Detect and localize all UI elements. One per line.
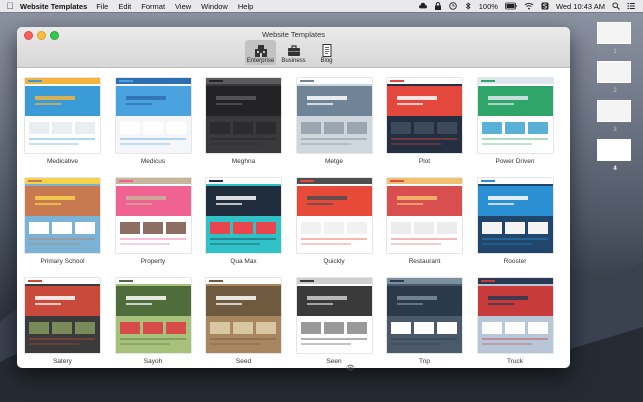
template-name: Power Driven (495, 158, 535, 165)
template-thumbnail[interactable] (296, 278, 372, 353)
template-item[interactable]: Metge (296, 68, 388, 168)
window-title: Website Templates (261, 30, 326, 39)
template-thumbnail[interactable] (387, 178, 462, 253)
template-thumbnail[interactable] (206, 78, 281, 153)
tab-business[interactable]: Business (278, 40, 309, 65)
menu-format[interactable]: Format (141, 2, 165, 11)
template-name: Sayoh (143, 358, 163, 365)
spaces-strip: 1 2 3 4 (597, 22, 633, 178)
template-name: Quickly (323, 258, 345, 265)
template-thumbnail[interactable] (296, 178, 372, 253)
menu-file[interactable]: File (96, 2, 108, 11)
template-name: Qua Max (230, 258, 257, 265)
template-thumbnail[interactable] (477, 178, 553, 253)
template-name: Metge (324, 158, 344, 165)
tab-enterprise[interactable]: Enterprise (245, 40, 276, 65)
space-number: 1 (613, 49, 617, 55)
template-thumbnail[interactable] (115, 78, 191, 153)
template-name: Primary School (40, 258, 85, 265)
template-name: Plot (418, 158, 431, 165)
building-icon (254, 45, 267, 57)
menu-edit[interactable]: Edit (118, 2, 131, 11)
template-item[interactable]: Medicative (25, 68, 116, 168)
apple-menu-icon[interactable]:  (0, 1, 20, 11)
app-status-icon[interactable] (541, 2, 549, 10)
template-name: Meghna (231, 158, 256, 165)
template-thumbnail[interactable] (25, 78, 100, 153)
battery-percent[interactable]: 100% (479, 2, 498, 11)
template-thumbnail[interactable] (115, 278, 191, 353)
template-item[interactable]: Seen (296, 268, 388, 368)
template-thumbnail[interactable] (115, 178, 191, 253)
template-thumbnail[interactable] (387, 78, 462, 153)
template-name: Satery (53, 358, 72, 365)
space-thumbnail[interactable] (597, 100, 631, 122)
template-thumbnail[interactable] (296, 78, 372, 153)
status-area: 100% Wed 10:43 AM (418, 2, 643, 11)
clock-icon[interactable] (449, 2, 457, 10)
template-name: Property (140, 258, 166, 265)
template-name: Medicus (140, 158, 166, 165)
window-titlebar[interactable]: Website Templates Enterprise Business Bl… (17, 27, 570, 68)
template-thumbnail[interactable] (477, 278, 553, 353)
menu-help[interactable]: Help (238, 2, 253, 11)
menu-window[interactable]: Window (201, 2, 228, 11)
document-icon (322, 44, 331, 57)
app-window: Website Templates Enterprise Business Bl… (17, 27, 570, 368)
tab-business-label: Business (281, 58, 306, 64)
cloud-icon[interactable] (418, 2, 427, 10)
bluetooth-icon[interactable] (464, 2, 472, 10)
space-thumbnail[interactable] (597, 139, 631, 161)
template-thumbnail[interactable] (25, 278, 100, 353)
template-thumbnail[interactable] (206, 178, 281, 253)
space-number: 3 (613, 127, 617, 133)
template-item[interactable]: Primary School (25, 168, 116, 268)
menu-bar:  Website Templates File Edit Format Vie… (0, 0, 643, 12)
template-item[interactable]: Trip (387, 268, 478, 368)
app-name-menu[interactable]: Website Templates (20, 2, 87, 11)
template-name: Trip (419, 358, 430, 365)
wifi-icon[interactable] (524, 2, 534, 10)
template-item[interactable]: Quickly (296, 168, 388, 268)
template-item[interactable]: Truck (477, 268, 569, 368)
menu-view[interactable]: View (175, 2, 191, 11)
template-item[interactable]: Sayoh (115, 268, 207, 368)
template-item[interactable]: Meghna (206, 68, 297, 168)
briefcase-icon (287, 45, 300, 56)
template-item[interactable]: Medicus (115, 68, 207, 168)
template-thumbnail[interactable] (477, 78, 553, 153)
template-item[interactable]: Qua Max (206, 168, 297, 268)
tab-blog-label: Blog (320, 58, 333, 64)
tab-blog[interactable]: Blog (311, 40, 342, 65)
clock[interactable]: Wed 10:43 AM (556, 2, 605, 11)
template-item[interactable]: Seed (206, 268, 297, 368)
template-grid: Medicative Medicus Meghna Metge Plot Power Dr… (17, 68, 570, 368)
template-thumbnail[interactable] (25, 178, 100, 253)
template-name: Seen (326, 358, 342, 365)
template-item[interactable]: Property (115, 168, 207, 268)
template-name: Truck (506, 358, 523, 365)
eye-icon[interactable]: 👁 (346, 364, 355, 372)
spotlight-search-icon[interactable] (612, 2, 620, 10)
lock-icon[interactable] (434, 2, 442, 10)
template-name: Restaurant (408, 258, 441, 265)
space-number: 4 (613, 166, 617, 172)
space-number: 2 (613, 88, 617, 94)
tab-enterprise-label: Enterprise (246, 58, 275, 64)
template-item[interactable]: Power Driven (477, 68, 569, 168)
template-name: Seed (235, 358, 252, 365)
template-thumbnail[interactable] (387, 278, 462, 353)
template-item[interactable]: Satery (25, 268, 116, 368)
battery-icon[interactable] (505, 2, 517, 10)
notification-center-icon[interactable] (627, 2, 635, 10)
template-thumbnail[interactable] (206, 278, 281, 353)
space-thumbnail[interactable] (597, 22, 631, 44)
template-item[interactable]: Plot (387, 68, 478, 168)
template-name: Rooster (503, 258, 527, 265)
category-toolbar: Enterprise Business Blog (17, 40, 570, 65)
template-item[interactable]: Restaurant (387, 168, 478, 268)
template-item[interactable]: Rooster (477, 168, 569, 268)
template-name: Medicative (46, 158, 79, 165)
space-thumbnail[interactable] (597, 61, 631, 83)
